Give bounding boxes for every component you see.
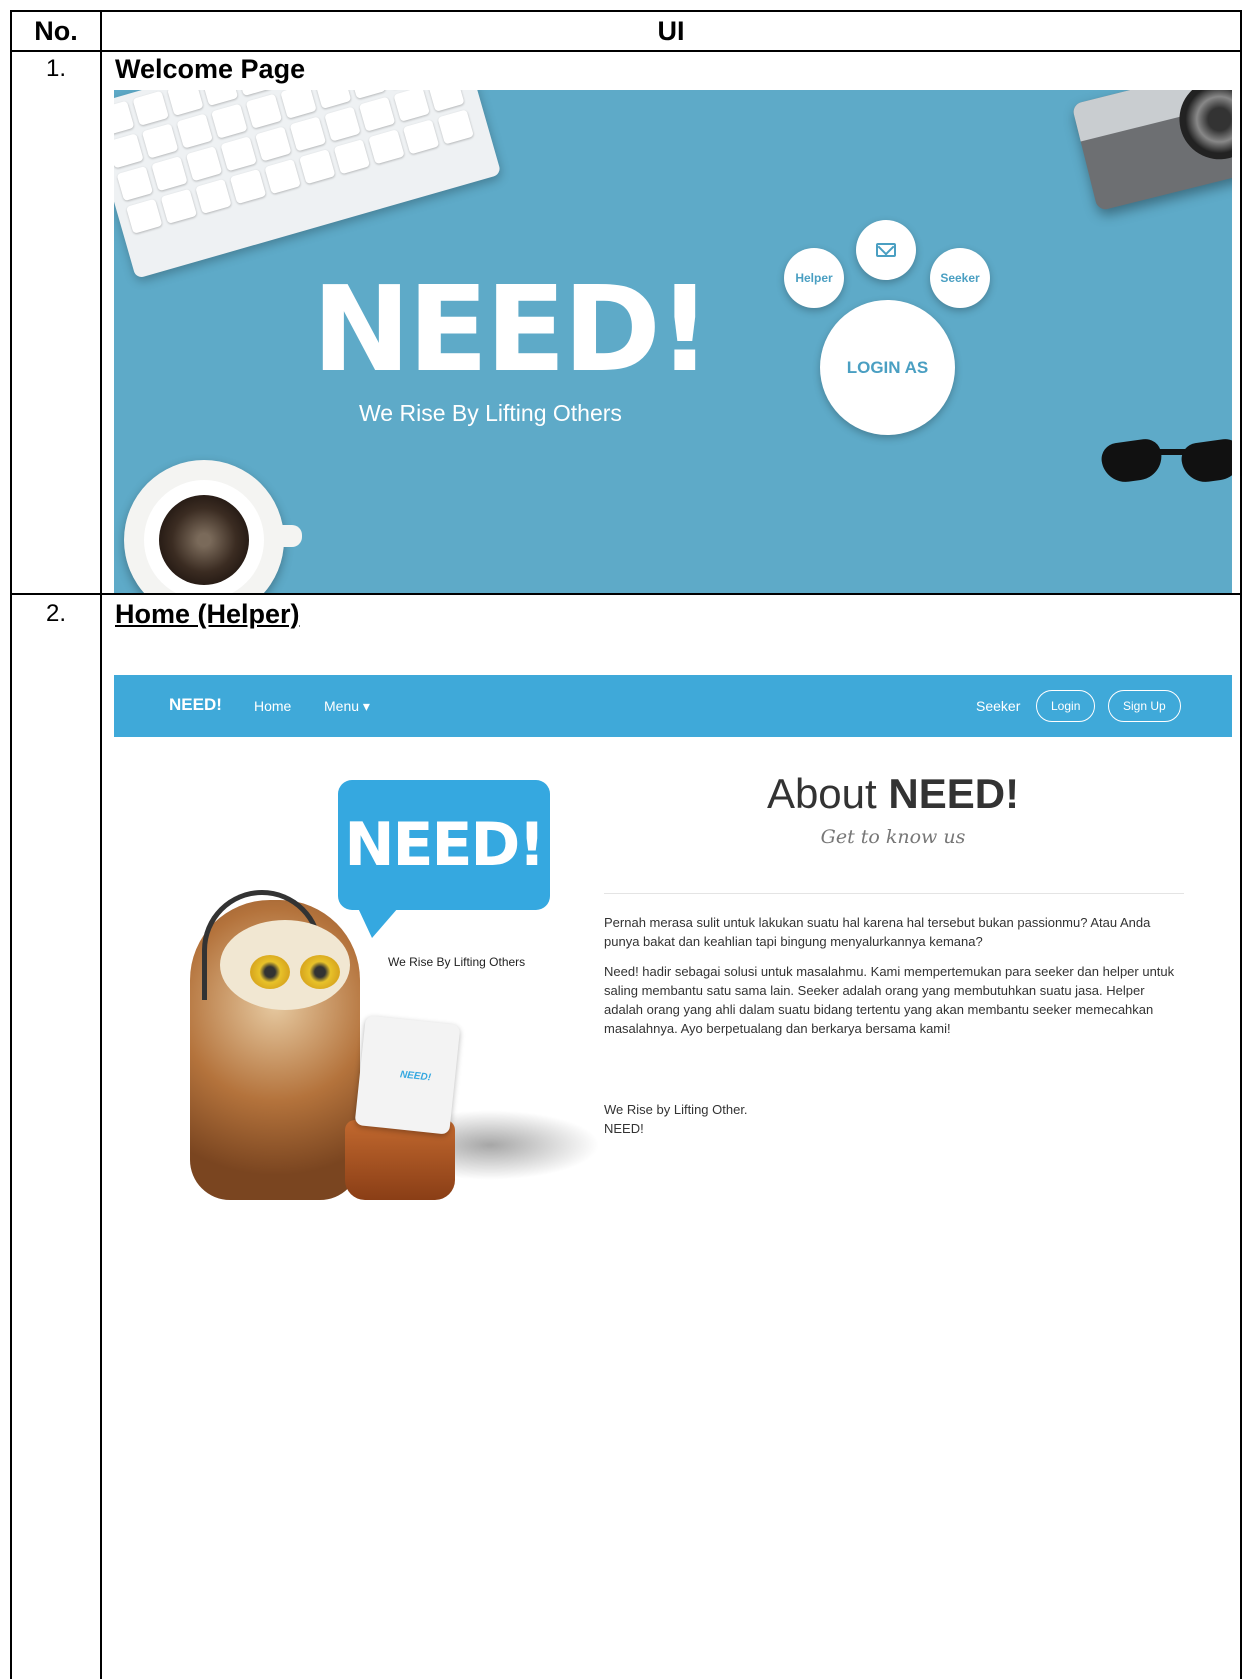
owl-eye [300,955,340,989]
about-divider [604,893,1184,894]
bubble-logo: NEED! [344,810,545,880]
seeker-login-button[interactable]: Seeker [930,248,990,308]
home-navbar: NEED! Home Menu ▾ Seeker Login Sign Up [114,675,1232,737]
owl-eye [250,955,290,989]
mail-icon [876,243,896,257]
owl-mascot-image: NEED! We Rise By Lifting Others NEED! [180,780,600,1200]
row-divider [10,593,1242,595]
nav-home-link[interactable]: Home [254,698,291,714]
about-closing: We Rise by Lifting Other. NEED! [604,1100,1184,1138]
about-paragraph-1: Pernah merasa sulit untuk lakukan suatu … [604,915,1151,949]
about-title: About NEED! [604,770,1182,818]
laptop-logo: NEED! [399,1069,432,1084]
about-subtitle: Get to know us [820,826,966,848]
laptop-image: NEED! [354,1015,461,1135]
row-1-title: Welcome Page [115,54,306,84]
owl-tagline: We Rise By Lifting Others [388,955,526,969]
column-divider [100,10,102,1679]
row-2-number: 2. [45,600,66,627]
navbar-brand[interactable]: NEED! [169,695,222,715]
welcome-page-screenshot: NEED! We Rise By Lifting Others Helper S… [114,90,1232,593]
about-paragraph-2: Need! hadir sebagai solusi untuk masalah… [604,964,1175,1036]
coffee-cup-image [124,460,302,593]
about-title-prefix: About [766,770,889,817]
speech-bubble: NEED! [338,780,550,938]
welcome-logo: NEED! [312,260,712,398]
keyboard-image [114,90,502,279]
nav-seeker-link[interactable]: Seeker [976,698,1020,714]
about-closing-line-2: NEED! [604,1121,644,1136]
nav-login-button[interactable]: Login [1036,690,1096,722]
header-divider [10,50,1242,52]
about-title-brand: NEED! [888,770,1020,817]
nav-signup-button[interactable]: Sign Up [1108,690,1181,722]
nav-menu-dropdown[interactable]: Menu ▾ [324,698,370,715]
login-as-button[interactable]: LOGIN AS [820,300,955,435]
row-2-title: Home (Helper) [115,599,300,629]
welcome-tagline: We Rise By Lifting Others [359,400,622,426]
sunglasses-image [1099,435,1232,485]
row-1-number: 1. [45,55,66,82]
camera-image [1071,90,1232,212]
header-ui: UI [657,16,685,46]
helper-login-button[interactable]: Helper [784,248,844,308]
header-no: No. [34,16,78,46]
mail-button[interactable] [856,220,916,280]
about-closing-line-1: We Rise by Lifting Other. [604,1102,748,1117]
